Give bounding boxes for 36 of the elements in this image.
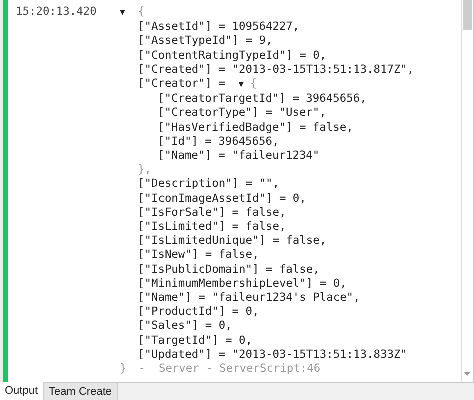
log-line: ["IsPublicDomain"] = false, [138, 262, 321, 277]
log-line: ["ProductId"] = 0, [138, 305, 260, 320]
log-line: ["Description"] = "", [138, 177, 280, 192]
log-line: ["AssetId"] = 109564227, [138, 20, 301, 34]
log-line: ["HasVerifiedBadge"] = false, [158, 120, 354, 135]
log-line: ["IsLimitedUnique"] = false, [138, 234, 328, 248]
log-line: ["Name"] = "faileur1234" [158, 149, 321, 164]
log-line: ["Created"] = "2013-03-15T13:51:13.817Z", [138, 62, 414, 78]
log-line: ["Updated"] = "2013-03-15T13:51:13.833Z" [138, 348, 408, 362]
log-line: ["MinimumMembershipLevel"] = 0, [138, 276, 348, 292]
timestamp: 15:20:13.420 [15, 5, 98, 20]
log-line: ["Creator"] = [138, 77, 226, 92]
log-line: ["CreatorType"] = "User", [158, 106, 328, 121]
brace: { [250, 77, 258, 92]
log-source: - Server - ServerScript:46 [138, 362, 321, 376]
scroll-bar[interactable] [461, 0, 473, 382]
tab[interactable]: Output [0, 382, 44, 400]
scroll-down-arrow-icon[interactable] [464, 372, 471, 376]
log-line: ["Sales"] = 0, [138, 319, 234, 334]
expand-toggle[interactable]: ▼ [120, 6, 138, 20]
log-line: ["ContentRatingTypeId"] = 0, [138, 48, 328, 63]
tab[interactable]: Team Create [44, 383, 118, 400]
log-line: ["IconImageAssetId"] = 0, [138, 192, 308, 206]
log-line: ["CreatorTargetId"] = 39645656, [158, 92, 368, 106]
brace: }, [138, 163, 152, 178]
expand-toggle[interactable]: ▼ [232, 78, 250, 92]
log-line: ["IsForSale"] = false, [138, 206, 288, 220]
log-line: ["IsLimited"] = false, [138, 220, 288, 234]
log-line: ["IsNew"] = false, [138, 248, 260, 263]
log-line: ["AssetTypeId"] = 9, [138, 34, 274, 49]
log-line: ["Name"] = "faileur1234's Place", [138, 291, 362, 306]
log-line: ["Id"] = 39645656, [158, 134, 280, 150]
log-line: ["TargetId"] = 0, [138, 334, 254, 348]
scroll-thumb[interactable] [463, 0, 472, 30]
brace: { [138, 5, 145, 20]
brace: } [120, 362, 127, 376]
